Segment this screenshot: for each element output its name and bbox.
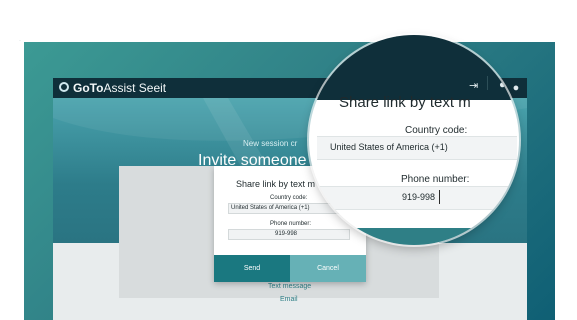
magnified-separator bbox=[487, 76, 488, 90]
magnified-country-label: Country code: bbox=[405, 125, 468, 136]
brand-rest: Assist Seeit bbox=[103, 81, 167, 95]
phone-number-value: 919-998 bbox=[275, 231, 298, 237]
magnified-phone-value: 919-998 bbox=[402, 192, 436, 202]
magnified-phone-field: 919-998 bbox=[317, 186, 517, 210]
brand-bold: GoTo bbox=[73, 81, 104, 95]
text-caret bbox=[439, 190, 440, 204]
app-brand: GoToAssist Seeit bbox=[73, 82, 166, 94]
email-link[interactable]: Email bbox=[280, 296, 298, 303]
magnified-country-field: United States of America (+1) bbox=[317, 136, 517, 160]
magnified-phone-label: Phone number: bbox=[401, 174, 470, 185]
country-code-value: United States of America (+1) bbox=[231, 205, 310, 211]
phone-number-label: Phone number: bbox=[270, 221, 312, 227]
magnified-topbar bbox=[309, 35, 519, 100]
magnified-sign-in-icon: ⇥ bbox=[469, 80, 479, 92]
text-message-link[interactable]: Text message bbox=[268, 283, 311, 290]
magnified-country-value: United States of America (+1) bbox=[330, 142, 448, 152]
magnified-bottom-band bbox=[309, 228, 519, 245]
cancel-button[interactable]: Cancel bbox=[290, 255, 366, 282]
new-session-text: New session cr bbox=[243, 139, 298, 148]
send-button[interactable]: Send bbox=[214, 255, 290, 282]
gotoassist-logo-icon bbox=[59, 82, 69, 92]
country-code-label: Country code: bbox=[270, 195, 308, 201]
magnifier-lens: ⇥ ● Share link by text m Country code: U… bbox=[309, 35, 519, 245]
corner-mark: · bbox=[19, 38, 21, 44]
magnified-user-icon: ● bbox=[499, 79, 506, 91]
magnified-dialog-title: Share link by text m bbox=[339, 94, 471, 111]
dialog-title: Share link by text m bbox=[236, 179, 316, 189]
